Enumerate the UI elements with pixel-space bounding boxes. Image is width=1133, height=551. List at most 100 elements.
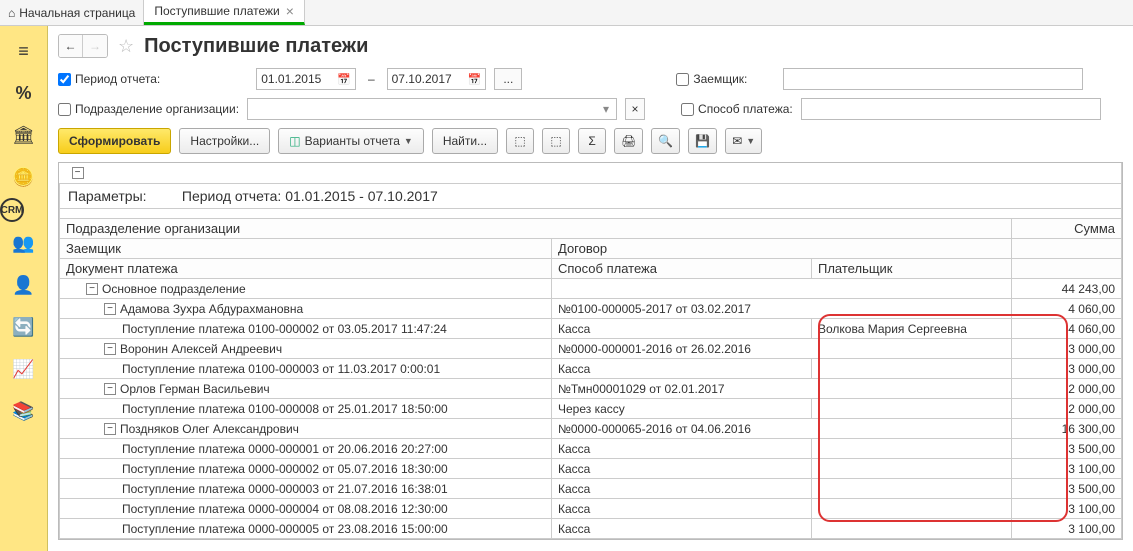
data-row[interactable]: −Адамова Зухра Абдурахмановна№0100-00000… [60, 299, 1122, 319]
paymethod-field[interactable] [801, 98, 1101, 120]
calendar-icon[interactable]: 📅 [337, 73, 351, 86]
row-text: Поступление платежа 0000-000003 от 21.07… [122, 482, 448, 496]
crm-icon[interactable]: CRM [0, 198, 24, 222]
row-sum: 44 243,00 [1012, 279, 1122, 299]
date-to-input[interactable]: 07.10.2017 📅 [387, 68, 487, 90]
chart-icon[interactable]: 📈 [0, 348, 47, 390]
row-text: Поступление платежа 0100-000008 от 25.01… [122, 402, 448, 416]
home-tab[interactable]: ⌂ Начальная страница [0, 0, 144, 25]
row-col2: Касса [552, 499, 812, 519]
row-col2: Касса [552, 359, 812, 379]
tree-toggle[interactable]: − [86, 283, 98, 295]
org-field[interactable]: ▾ [247, 98, 617, 120]
users-icon[interactable]: 👥 [0, 222, 47, 264]
nav-buttons: ← → [58, 34, 108, 58]
find-button[interactable]: Найти... [432, 128, 498, 154]
row-sum: 3 500,00 [1012, 439, 1122, 459]
data-row[interactable]: Поступление платежа 0000-000003 от 21.07… [60, 479, 1122, 499]
header-sum: Сумма [1012, 219, 1122, 239]
variants-icon: ◫ [289, 134, 300, 148]
coins-icon[interactable]: 🪙 [0, 156, 47, 198]
data-row[interactable]: Поступление платежа 0000-000005 от 23.08… [60, 519, 1122, 539]
tree-toggle[interactable]: − [104, 303, 116, 315]
header-payer: Плательщик [812, 259, 1012, 279]
borrower-checkbox[interactable]: Заемщик: [676, 72, 747, 86]
title-bar: ← → ☆ Поступившие платежи [58, 34, 1123, 58]
row-sum: 4 060,00 [1012, 319, 1122, 339]
data-row[interactable]: −Орлов Герман Васильевич№Тмн00001029 от … [60, 379, 1122, 399]
tree-toggle[interactable]: − [104, 343, 116, 355]
sum-button[interactable]: Σ [578, 128, 606, 154]
row-text: Воронин Алексей Андреевич [120, 342, 282, 356]
row-col2: Касса [552, 439, 812, 459]
data-row[interactable]: Поступление платежа 0100-000003 от 11.03… [60, 359, 1122, 379]
paymethod-checkbox[interactable]: Способ платежа: [681, 102, 793, 116]
data-row[interactable]: −Поздняков Олег Александрович№0000-00006… [60, 419, 1122, 439]
data-row[interactable]: −Основное подразделение44 243,00 [60, 279, 1122, 299]
row-text: Поступление платежа 0000-000002 от 05.07… [122, 462, 448, 476]
row-sum: 3 100,00 [1012, 519, 1122, 539]
tree-toggle[interactable]: − [104, 383, 116, 395]
menu-icon[interactable]: ≡ [0, 30, 47, 72]
paymethod-label: Способ платежа: [698, 102, 793, 116]
paymethod-check-input[interactable] [681, 103, 694, 116]
row-col2: Через кассу [552, 399, 812, 419]
row-col3 [812, 399, 1012, 419]
calendar-icon[interactable]: 📅 [468, 73, 482, 86]
date-more-button[interactable]: ... [494, 68, 522, 90]
org-check-input[interactable] [58, 103, 71, 116]
tree-toggle[interactable]: − [104, 423, 116, 435]
data-row[interactable]: −Воронин Алексей Андреевич№0000-000001-2… [60, 339, 1122, 359]
sidebar: ≡ % 🏛 🪙 CRM 👥 👤 🔄 📈 📚 [0, 26, 48, 551]
row-col3 [812, 479, 1012, 499]
books-icon[interactable]: 📚 [0, 390, 47, 432]
close-icon[interactable]: × [286, 3, 294, 19]
clear-button[interactable]: × [625, 98, 645, 120]
borrower-field[interactable] [783, 68, 1083, 90]
row-sum: 3 500,00 [1012, 479, 1122, 499]
borrower-check-input[interactable] [676, 73, 689, 86]
row-col2: Касса [552, 519, 812, 539]
data-row[interactable]: Поступление платежа 0000-000001 от 20.06… [60, 439, 1122, 459]
forward-button[interactable]: → [83, 35, 107, 57]
row-col3 [812, 519, 1012, 539]
save-button[interactable]: 💾 [688, 128, 717, 154]
settings-button[interactable]: Настройки... [179, 128, 270, 154]
favorite-icon[interactable]: ☆ [118, 36, 134, 57]
row-sum: 3 000,00 [1012, 339, 1122, 359]
data-row[interactable]: Поступление платежа 0000-000004 от 08.08… [60, 499, 1122, 519]
top-tabbar: ⌂ Начальная страница Поступившие платежи… [0, 0, 1133, 26]
percent-icon[interactable]: % [0, 72, 47, 114]
period-checkbox[interactable]: Период отчета: [58, 72, 160, 86]
generate-button[interactable]: Сформировать [58, 128, 171, 154]
user-icon[interactable]: 👤 [0, 264, 47, 306]
date-from-input[interactable]: 01.01.2015 📅 [256, 68, 356, 90]
row-sum: 4 060,00 [1012, 299, 1122, 319]
row-text: Поздняков Олег Александрович [120, 422, 299, 436]
row-text: Орлов Герман Васильевич [120, 382, 270, 396]
header-contract: Договор [552, 239, 1012, 259]
page-title: Поступившие платежи [144, 35, 368, 58]
tree-toggle[interactable]: − [72, 167, 84, 179]
mail-button[interactable]: ✉▼ [725, 128, 762, 154]
refresh-icon[interactable]: 🔄 [0, 306, 47, 348]
period-check-input[interactable] [58, 73, 71, 86]
date-from-value: 01.01.2015 [261, 72, 331, 86]
preview-button[interactable]: 🔍 [651, 128, 680, 154]
collapse-button[interactable]: ⬚ [542, 128, 570, 154]
tab-active[interactable]: Поступившие платежи × [144, 0, 305, 25]
data-row[interactable]: Поступление платежа 0000-000002 от 05.07… [60, 459, 1122, 479]
row-text: Адамова Зухра Абдурахмановна [120, 302, 303, 316]
data-row[interactable]: Поступление платежа 0100-000002 от 03.05… [60, 319, 1122, 339]
variants-button[interactable]: ◫ Варианты отчета ▼ [278, 128, 424, 154]
back-button[interactable]: ← [59, 35, 83, 57]
chevron-down-icon: ▼ [404, 136, 413, 146]
expand-button[interactable]: ⬚ [506, 128, 534, 154]
row-col3 [812, 359, 1012, 379]
bank-icon[interactable]: 🏛 [0, 114, 47, 156]
org-checkbox[interactable]: Подразделение организации: [58, 102, 239, 116]
header-borrower: Заемщик [60, 239, 552, 259]
data-row[interactable]: Поступление платежа 0100-000008 от 25.01… [60, 399, 1122, 419]
dropdown-icon[interactable]: ▾ [600, 102, 612, 116]
print-button[interactable]: 🖨 [614, 128, 643, 154]
